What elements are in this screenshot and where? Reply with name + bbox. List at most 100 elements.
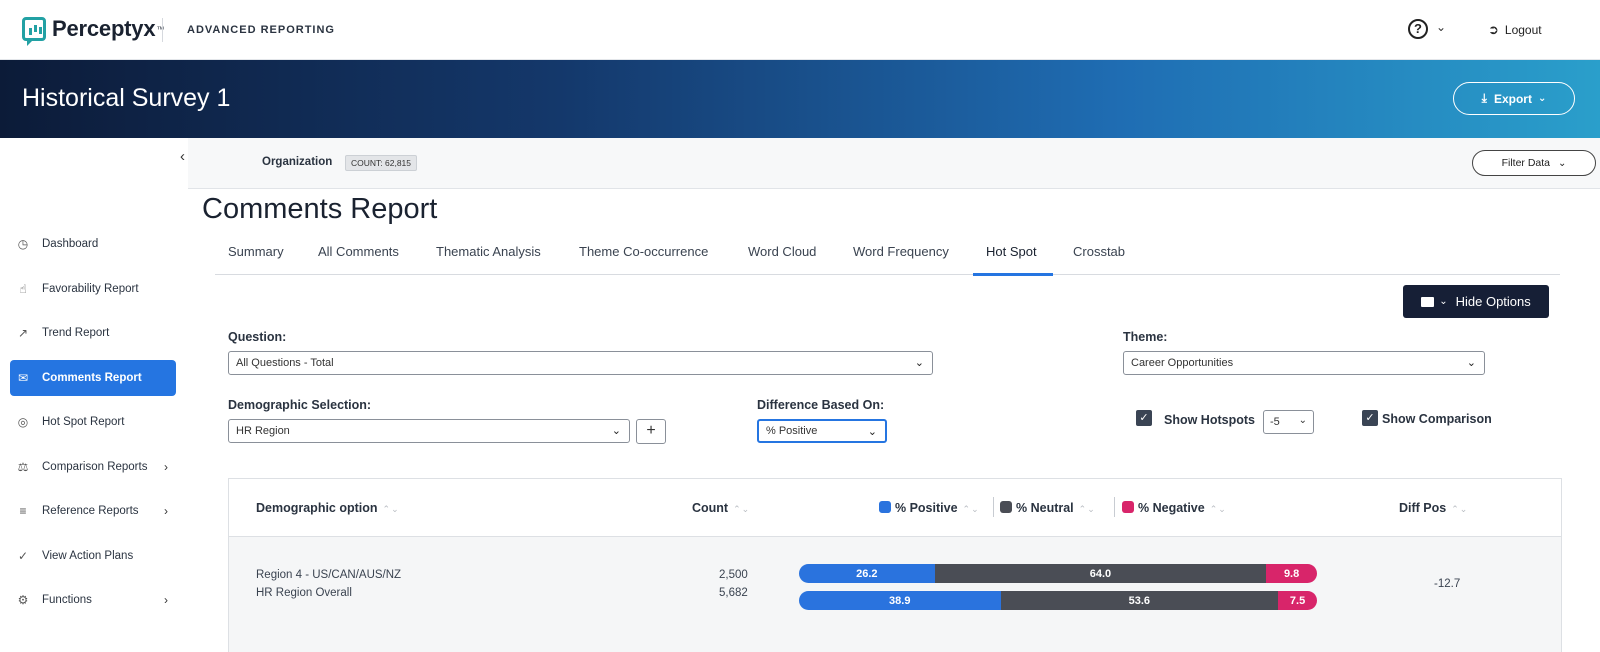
sidebar-item-label: Trend Report [42,327,110,339]
tab-crosstab[interactable]: Crosstab [1073,244,1125,259]
column-header-count[interactable]: Count ⌃⌄ [692,501,750,515]
chevron-down-icon: ⌄ [1439,296,1448,307]
filter-data-label: Filter Data [1501,157,1551,169]
tab-word-frequency[interactable]: Word Frequency [853,244,949,259]
perceptyx-logo-icon [22,17,46,46]
logout-button[interactable]: ➲ Logout [1488,22,1542,38]
sidebar-item-label: View Action Plans [42,550,134,562]
header-divider [162,18,163,42]
sort-icon[interactable]: ⌃⌄ [963,504,980,514]
comparison-count: 5,682 [719,587,748,599]
row-count: 2,500 [719,569,748,581]
column-separator [993,497,994,517]
theme-select[interactable]: Career Opportunities ⌄ [1123,351,1485,375]
sort-icon[interactable]: ⌃⌄ [733,504,750,514]
positive-segment: 26.2 [799,564,935,583]
sidebar-item-functions[interactable]: ⚙ Functions › [10,582,176,618]
question-select[interactable]: All Questions - Total ⌄ [228,351,933,375]
sidebar-item-label: Favorability Report [42,283,139,295]
sort-icon[interactable]: ⌃⌄ [383,504,400,514]
column-header-label: Diff Pos [1399,501,1447,515]
column-header-label: Demographic option [256,501,378,515]
question-label: Question: [228,330,287,344]
trend-line-icon: ↗ [17,326,29,340]
logout-icon: ➲ [1488,22,1499,37]
sidebar-item-comments-report[interactable]: ✉ Comments Report [10,360,176,396]
negative-legend-swatch [1122,501,1134,513]
tab-hot-spot[interactable]: Hot Spot [986,244,1037,259]
column-header-neutral[interactable]: % Neutral ⌃⌄ [1000,501,1096,515]
tab-summary[interactable]: Summary [228,244,284,259]
chevron-down-icon: ⌄ [1537,93,1547,104]
filter-bar: Organization COUNT: 62,815 Filter Data ⌄ [188,138,1600,189]
brand-trademark: ™ [156,24,165,34]
column-header-label: % Neutral [1016,501,1074,515]
demographic-option-name: Region 4 - US/CAN/AUS/NZ [256,569,402,581]
neutral-segment: 53.6 [1000,591,1279,610]
sidebar-item-dashboard[interactable]: ◷ Dashboard [10,226,176,262]
filter-data-button[interactable]: Filter Data ⌄ [1472,150,1596,176]
column-separator [1114,497,1115,517]
tab-word-cloud[interactable]: Word Cloud [748,244,816,259]
add-demographic-button[interactable]: + [636,419,666,444]
gear-icon: ⚙ [17,593,29,607]
chevron-down-icon: ⌄ [611,425,621,437]
hotspot-threshold-select[interactable]: -5 ⌄ [1263,410,1314,434]
sidebar-item-favorability-report[interactable]: ☝ Favorability Report [10,271,176,307]
speedometer-icon: ◷ [17,237,29,251]
sidebar-item-comparison-reports[interactable]: ⚖ Comparison Reports › [10,449,176,485]
chevron-down-icon: ⌄ [1466,357,1476,369]
sidebar: ‹ ◷ Dashboard ☝ Favorability Report ↗ Tr… [0,138,188,652]
show-comparison-checkbox[interactable]: ✓ [1362,410,1378,426]
count-badge: COUNT: 62,815 [345,155,417,171]
column-header-label: % Negative [1138,501,1205,515]
sidebar-item-label: Reference Reports [42,505,139,517]
sort-icon[interactable]: ⌃⌄ [1079,504,1096,514]
column-header-diff-pos[interactable]: Diff Pos ⌃⌄ [1399,501,1468,515]
table-header: Demographic option ⌃⌄ Count ⌃⌄ % Positive ⌃… [229,479,1561,537]
sort-icon[interactable]: ⌃⌄ [1210,504,1227,514]
help-icon[interactable]: ? [1408,19,1428,39]
sidebar-item-trend-report[interactable]: ↗ Trend Report [10,315,176,351]
sidebar-item-hot-spot-report[interactable]: ◎ Hot Spot Report [10,404,176,440]
active-tab-indicator [973,273,1053,276]
sidebar-item-view-action-plans[interactable]: ✓ View Action Plans [10,538,176,574]
top-bar: Perceptyx ™ ADVANCED REPORTING ? ⌄ ➲ Log… [0,0,1600,60]
show-comparison-label: Show Comparison [1382,412,1492,426]
score-bar: 26.2 64.0 9.8 [799,564,1317,583]
show-hotspots-label: Show Hotspots [1164,413,1255,427]
hide-options-button[interactable]: ⌄ Hide Options [1403,285,1549,318]
question-value: All Questions - Total [236,357,334,369]
column-header-positive[interactable]: % Positive ⌃⌄ [879,501,980,515]
report-tabs: Summary All Comments Thematic Analysis T… [215,237,1560,276]
tab-all-comments[interactable]: All Comments [318,244,399,259]
demographic-selection-label: Demographic Selection: [228,398,372,412]
hot-spot-table: Demographic option ⌃⌄ Count ⌃⌄ % Positive ⌃… [228,478,1562,652]
panel-icon [1421,296,1435,307]
sidebar-item-label: Comments Report [42,372,142,384]
column-header-demographic[interactable]: Demographic option ⌃⌄ [256,501,400,515]
positive-segment: 38.9 [799,591,1001,610]
sort-icon[interactable]: ⌃⌄ [1451,504,1468,514]
table-row[interactable]: Region 4 - US/CAN/AUS/NZ HR Region Overa… [229,537,1561,652]
app-title: ADVANCED REPORTING [187,24,335,36]
perceptyx-logo[interactable]: Perceptyx ™ [22,16,165,46]
sidebar-item-label: Functions [42,594,92,606]
column-header-label: Count [692,501,729,515]
tab-thematic-analysis[interactable]: Thematic Analysis [436,244,541,259]
column-header-negative[interactable]: % Negative ⌃⌄ [1122,501,1227,515]
chevron-down-icon: ⌄ [1298,415,1307,426]
column-header-label: % Positive [895,501,958,515]
export-button[interactable]: ⤓ Export ⌄ [1453,82,1575,115]
help-chevron-down-icon[interactable]: ⌄ [1436,20,1446,34]
demographic-select[interactable]: HR Region ⌄ [228,419,630,443]
comparison-option-name: HR Region Overall [256,587,352,599]
sidebar-item-reference-reports[interactable]: ≡ Reference Reports › [10,493,176,529]
collapse-sidebar-icon[interactable]: ‹ [180,148,185,165]
survey-title: Historical Survey 1 [22,84,231,112]
show-hotspots-checkbox[interactable]: ✓ [1136,410,1152,426]
chevron-down-icon: ⌄ [914,357,924,369]
difference-value: % Positive [766,425,818,437]
tab-theme-co-occurrence[interactable]: Theme Co-occurrence [579,244,708,259]
difference-based-on-select[interactable]: % Positive ⌄ [757,419,887,443]
